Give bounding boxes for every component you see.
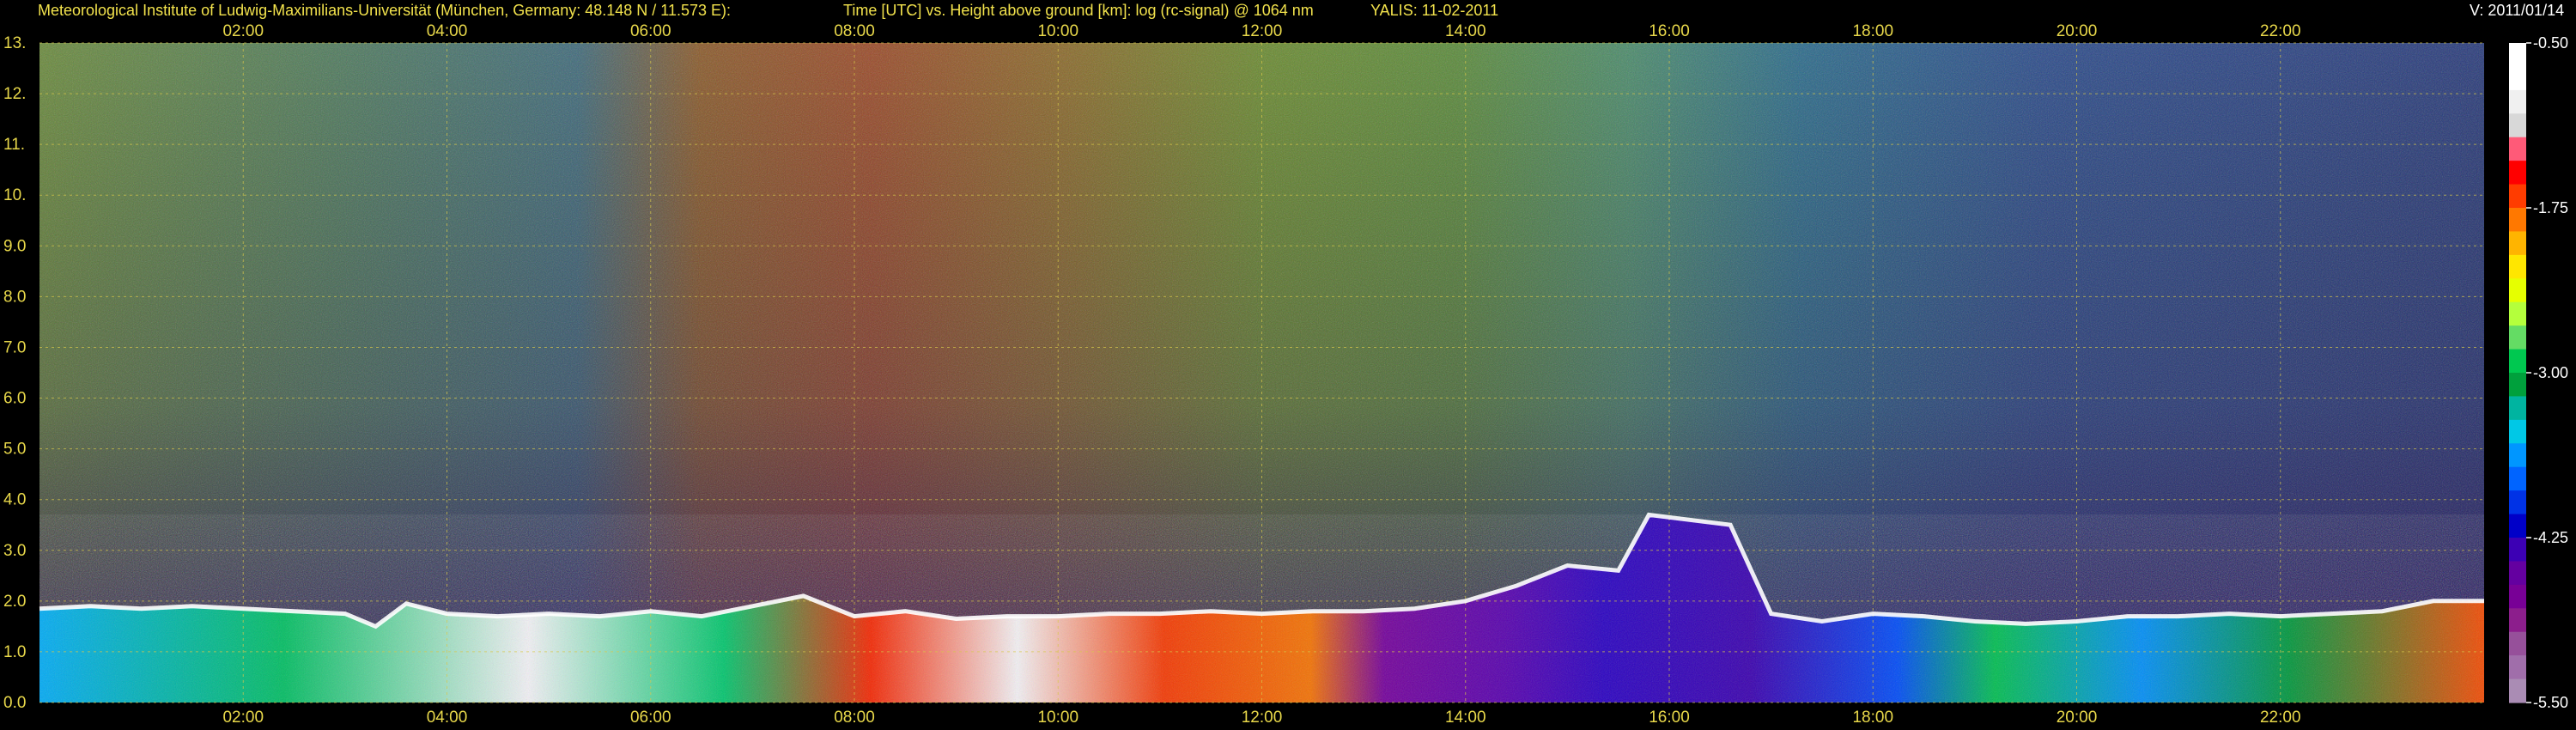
- colorbar-segment: [2509, 514, 2526, 538]
- colorbar-segment: [2509, 678, 2526, 703]
- colorbar-tick-label: -4.25: [2533, 529, 2568, 546]
- colorbar-segment: [2509, 325, 2526, 350]
- x-tick-label-top: 22:00: [2260, 22, 2301, 40]
- x-tick-label-top: 06:00: [630, 22, 671, 40]
- colorbar-segment: [2509, 231, 2526, 256]
- colorbar-segment: [2509, 254, 2526, 279]
- x-tick-label-bottom: 06:00: [630, 709, 671, 727]
- colorbar-segment: [2509, 113, 2526, 138]
- y-tick-label: 0.0: [3, 694, 26, 712]
- x-tick-label-bottom: 02:00: [222, 709, 264, 727]
- y-tick-label: 13.: [3, 34, 26, 52]
- x-tick-label-top: 14:00: [1445, 22, 1486, 40]
- colorbar-segment: [2509, 584, 2526, 609]
- x-axis-top: 02:00 04:00 06:00 08:00 10:00 12:00 14:00 16:00…: [222, 22, 2300, 40]
- colorbar-segment: [2509, 490, 2526, 515]
- colorbar-segment: [2509, 161, 2526, 186]
- x-tick-label-top: 08:00: [834, 22, 875, 40]
- y-tick-label: 2.0: [3, 593, 26, 611]
- colorbar-segment: [2509, 608, 2526, 633]
- colorbar-segment: [2509, 466, 2526, 491]
- colorbar-segment: [2509, 349, 2526, 374]
- colorbar-segment: [2509, 538, 2526, 563]
- colorbar-segment: [2509, 443, 2526, 468]
- colorbar-tick-label: -5.50: [2533, 694, 2568, 711]
- x-tick-label-top: 18:00: [1852, 22, 1893, 40]
- x-tick-label-top: 12:00: [1242, 22, 1283, 40]
- y-tick-label: 9.0: [3, 237, 26, 255]
- lidar-chart: 02:00 04:00 06:00 08:00 10:00 12:00 14:00 16:00…: [3, 22, 2568, 727]
- colorbar-segment: [2509, 66, 2526, 91]
- colorbar-tick-label: -3.00: [2533, 364, 2568, 381]
- x-tick-label-bottom: 14:00: [1445, 709, 1486, 727]
- colorbar-segment: [2509, 373, 2526, 398]
- x-tick-label-top: 16:00: [1649, 22, 1690, 40]
- y-tick-label: 6.0: [3, 390, 26, 408]
- colorbar-segment: [2509, 631, 2526, 656]
- y-tick-label: 11.: [3, 136, 25, 154]
- x-axis-bottom: 02:00 04:00 06:00 08:00 10:00 12:00 14:00 16:00…: [222, 709, 2300, 727]
- x-tick-label-bottom: 22:00: [2260, 709, 2301, 727]
- x-tick-label-bottom: 20:00: [2057, 709, 2098, 727]
- colorbar-segment: [2509, 208, 2526, 233]
- colorbar-segment: [2509, 43, 2526, 68]
- x-tick-label-bottom: 10:00: [1037, 709, 1078, 727]
- y-axis: 0.0 1.0 2.0 3.0 4.0 5.0 6.0 7.0 8.0 9.0 10. 11. 12. 1…: [3, 34, 26, 712]
- colorbar: -0.50 -1.75 -3.00 -4.25 -5.50: [2509, 34, 2568, 711]
- x-tick-label-bottom: 18:00: [1852, 709, 1893, 727]
- y-tick-label: 5.0: [3, 441, 26, 459]
- x-tick-label-bottom: 04:00: [427, 709, 468, 727]
- y-tick-label: 4.0: [3, 491, 26, 509]
- colorbar-segment: [2509, 396, 2526, 421]
- x-tick-label-bottom: 16:00: [1649, 709, 1690, 727]
- y-tick-label: 3.0: [3, 542, 26, 560]
- x-tick-label-bottom: 12:00: [1242, 709, 1283, 727]
- y-tick-label: 10.: [3, 186, 26, 204]
- colorbar-segment: [2509, 137, 2526, 161]
- y-tick-label: 8.0: [3, 288, 26, 306]
- colorbar-tick-label: -1.75: [2533, 199, 2568, 216]
- y-tick-label: 7.0: [3, 338, 26, 356]
- x-tick-label-top: 10:00: [1037, 22, 1078, 40]
- x-tick-label-top: 02:00: [222, 22, 264, 40]
- x-tick-label-top: 20:00: [2057, 22, 2098, 40]
- x-tick-label-bottom: 08:00: [834, 709, 875, 727]
- colorbar-segment: [2509, 184, 2526, 209]
- y-tick-label: 1.0: [3, 643, 26, 661]
- x-tick-label-top: 04:00: [427, 22, 468, 40]
- colorbar-tick-label: -0.50: [2533, 34, 2568, 52]
- colorbar-segment: [2509, 278, 2526, 303]
- colorbar-segment: [2509, 89, 2526, 114]
- colorbar-segment: [2509, 419, 2526, 444]
- y-tick-label: 12.: [3, 85, 26, 103]
- colorbar-segment: [2509, 561, 2526, 586]
- colorbar-segment: [2509, 655, 2526, 680]
- colorbar-segment: [2509, 301, 2526, 326]
